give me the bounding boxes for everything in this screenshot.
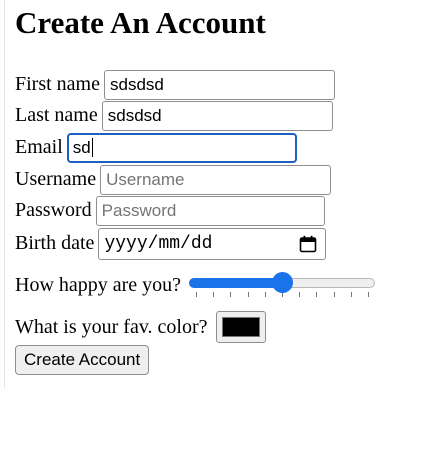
password-input[interactable]: Password — [95, 195, 325, 226]
happiness-row: How happy are you? — [15, 269, 376, 301]
last-name-label: Last name — [15, 104, 98, 126]
slider-tick — [299, 292, 301, 297]
slider-tick — [333, 292, 335, 297]
password-placeholder: Password — [101, 200, 177, 220]
password-row: Password Password — [15, 195, 325, 226]
first-name-value: sdsdsd — [110, 74, 164, 94]
happiness-label: How happy are you? — [15, 273, 182, 296]
email-row: Email sd — [15, 132, 297, 163]
text-caret — [91, 138, 93, 157]
email-input[interactable]: sd — [66, 132, 297, 163]
fav-color-row: What is your fav. color? — [15, 310, 266, 344]
page-title: Create An Account — [15, 5, 266, 40]
first-name-row: First name sdsdsd — [15, 69, 335, 100]
birth-date-input[interactable]: yyyy/mm/dd — [98, 227, 327, 260]
slider-tick — [264, 292, 266, 297]
email-label: Email — [15, 136, 63, 158]
happiness-slider[interactable] — [189, 272, 376, 298]
page-left-border — [4, 0, 5, 388]
slider-tick — [247, 292, 249, 297]
last-name-value: sdsdsd — [107, 105, 162, 125]
slider-thumb[interactable] — [272, 272, 294, 293]
slider-fill — [189, 278, 283, 288]
birth-date-placeholder: yyyy/mm/dd — [104, 233, 213, 254]
create-account-button[interactable]: Create Account — [15, 345, 150, 375]
slider-tick — [368, 292, 370, 297]
slider-tick — [196, 292, 198, 297]
username-label: Username — [15, 168, 97, 190]
submit-row: Create Account — [15, 344, 150, 376]
username-input[interactable]: Username — [100, 164, 332, 195]
username-row: Username Username — [15, 164, 332, 195]
last-name-input[interactable]: sdsdsd — [101, 100, 333, 131]
slider-tick — [230, 292, 232, 297]
first-name-label: First name — [15, 73, 100, 95]
last-name-row: Last name sdsdsd — [15, 100, 333, 131]
birth-date-row: Birth date yyyy/mm/dd — [15, 227, 327, 260]
color-swatch — [221, 317, 260, 337]
calendar-icon[interactable] — [299, 235, 317, 253]
email-value: sd — [72, 137, 91, 157]
slider-tick — [316, 292, 318, 297]
fav-color-label: What is your fav. color? — [15, 315, 208, 338]
password-label: Password — [15, 199, 92, 221]
birth-date-label: Birth date — [15, 232, 95, 254]
slider-tick — [213, 292, 215, 297]
color-picker[interactable] — [215, 311, 266, 343]
slider-tick — [350, 292, 352, 297]
username-placeholder: Username — [106, 169, 185, 189]
first-name-input[interactable]: sdsdsd — [104, 69, 335, 100]
